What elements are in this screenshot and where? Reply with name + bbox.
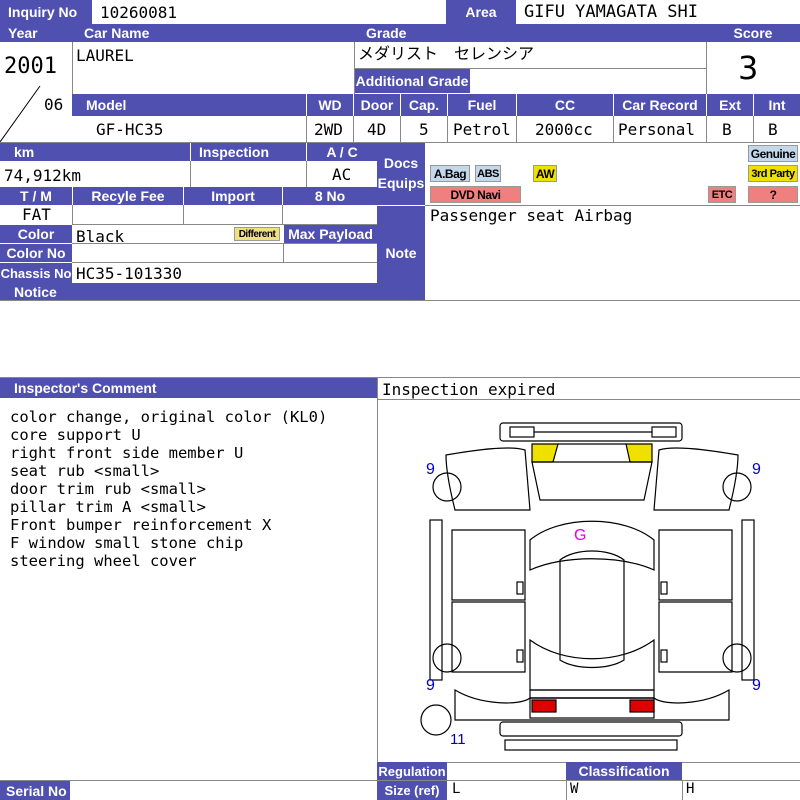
comment-line: seat rub <small> xyxy=(10,462,160,480)
car-name-value: LAUREL xyxy=(76,46,134,65)
inspection-label: Inspection xyxy=(191,143,306,161)
classification-label: Classification xyxy=(566,762,682,780)
ac-value: AC xyxy=(332,165,352,184)
docs-equips-label: Docs Equips xyxy=(377,143,425,205)
cc-value: 2000cc xyxy=(535,120,593,139)
equips-label: Equips xyxy=(377,175,425,191)
size-w-label: W xyxy=(570,781,579,797)
int-value: B xyxy=(768,120,778,139)
ext-value: B xyxy=(722,120,732,139)
fuel-value: Petrol xyxy=(453,120,511,139)
score-label: Score xyxy=(706,24,800,42)
note-value: Passenger seat Airbag xyxy=(430,206,633,225)
model-value: GF-HC35 xyxy=(96,120,164,139)
inquiry-label: Inquiry No xyxy=(0,0,92,24)
comment-line: core support U xyxy=(10,426,141,444)
model-label: Model xyxy=(72,94,306,116)
color-label: Color xyxy=(0,225,72,243)
km-label: km xyxy=(0,143,190,161)
cap-label: Cap. xyxy=(401,94,447,116)
abag-tag: A.Bag xyxy=(430,165,470,182)
int-label: Int xyxy=(754,94,800,116)
door-value: 4D xyxy=(367,120,387,139)
grade-value: メダリスト セレンシア xyxy=(358,44,535,63)
score-value: 3 xyxy=(738,49,759,87)
area-label: Area xyxy=(446,0,516,24)
year-label: Year xyxy=(0,24,72,42)
genuine-tag: Genuine xyxy=(748,145,798,162)
tire-rl-mark: 9 xyxy=(426,677,435,694)
car-record-value: Personal xyxy=(618,120,696,139)
wd-value: 2WD xyxy=(314,120,343,139)
abs-tag: ABS xyxy=(475,165,501,182)
ext-label: Ext xyxy=(707,94,753,116)
door-label: Door xyxy=(354,94,400,116)
third-party-tag: 3rd Party xyxy=(748,165,798,182)
comment-line: F window small stone chip xyxy=(10,534,244,552)
note-label: Note xyxy=(377,206,425,300)
car-damage-diagram: 9 9 9 9 G 11 xyxy=(378,400,800,762)
chassis-no-value: HC35-101330 xyxy=(76,264,182,283)
comment-line: steering wheel cover xyxy=(10,552,197,570)
docs-label: Docs xyxy=(383,155,419,172)
month-value: 06 xyxy=(44,95,64,114)
question-tag: ? xyxy=(748,186,798,203)
comment-line: Front bumper reinforcement X xyxy=(10,516,272,534)
inspectors-comment-label: Inspector's Comment xyxy=(0,378,377,398)
comment-line: color change, original color (KL0) xyxy=(10,408,328,426)
comment-line: right front side member U xyxy=(10,444,244,462)
color-no-label: Color No xyxy=(0,244,72,262)
recycle-fee-label: Recyle Fee xyxy=(73,187,183,205)
spare-mark: 11 xyxy=(450,731,466,748)
cc-label: CC xyxy=(517,94,613,116)
car-record-label: Car Record xyxy=(614,94,706,116)
area-value: GIFU YAMAGATA SHI xyxy=(524,2,698,22)
serial-no-label: Serial No xyxy=(0,781,70,800)
aw-tag: AW xyxy=(533,165,557,182)
max-payload-label: Max Payload xyxy=(284,225,377,243)
tire-fr-mark: 9 xyxy=(752,461,761,478)
inquiry-value: 10260081 xyxy=(100,3,178,22)
tire-rr-mark: 9 xyxy=(752,677,761,694)
tire-fl-mark: 9 xyxy=(426,461,435,478)
ac-label: A / C xyxy=(307,143,377,161)
fuel-label: Fuel xyxy=(448,94,516,116)
tm-value: FAT xyxy=(22,205,51,224)
tm-label: T / M xyxy=(0,187,72,205)
comment-line: door trim rub <small> xyxy=(10,480,206,498)
km-value: 74,912km xyxy=(4,166,82,185)
dvd-navi-tag: DVD Navi xyxy=(430,186,521,203)
size-label: Size (ref) xyxy=(377,781,447,800)
etc-tag: ETC xyxy=(708,186,736,203)
car-name-label: Car Name xyxy=(72,24,354,42)
comment-line: pillar trim A <small> xyxy=(10,498,206,516)
chassis-no-label: Chassis No xyxy=(0,263,72,283)
additional-grade-label: Additional Grade xyxy=(354,69,470,93)
size-l-label: L xyxy=(452,781,461,797)
notice-label: Notice xyxy=(0,283,377,300)
different-tag: Different xyxy=(234,227,280,241)
cap-value: 5 xyxy=(419,120,429,139)
eight-no-label: 8 No xyxy=(283,187,377,205)
roof-mark: G xyxy=(574,527,587,544)
wd-label: WD xyxy=(307,94,353,116)
regulation-label: Regulation xyxy=(377,762,447,780)
inspection-status: Inspection expired xyxy=(382,380,556,399)
import-label: Import xyxy=(184,187,282,205)
grade-label: Grade xyxy=(354,24,706,42)
size-h-label: H xyxy=(686,781,695,797)
